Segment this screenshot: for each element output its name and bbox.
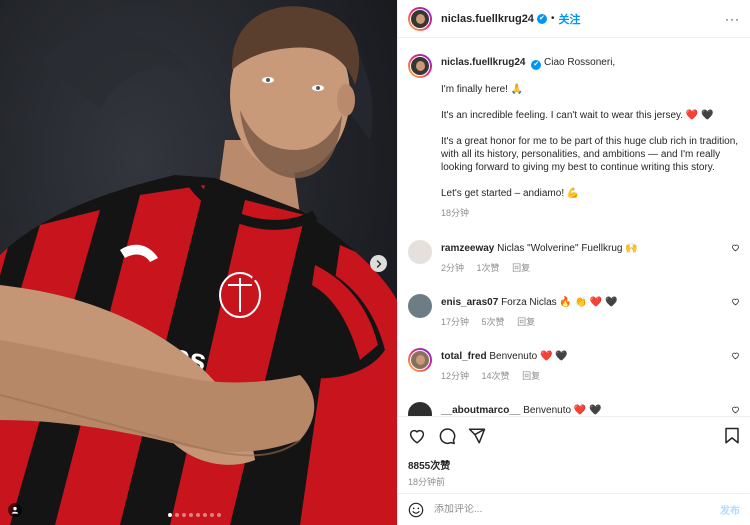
comment-meta: 2分钟 1次赞 回复 [441, 261, 638, 274]
caption-username[interactable]: niclas.fuellkrug24 [441, 57, 525, 68]
carousel-dot[interactable] [168, 513, 172, 517]
action-icons [408, 427, 740, 445]
post-header: niclas.fuellkrug24 ✔ • 关注 ··· [398, 0, 750, 38]
likes-count[interactable]: 8855次赞 [408, 457, 740, 472]
post-side-panel: niclas.fuellkrug24 ✔ • 关注 ··· niclas.fue… [397, 0, 750, 525]
chevron-right-icon [376, 259, 381, 268]
comment-icon[interactable] [438, 427, 456, 445]
heart-icon[interactable] [731, 297, 740, 306]
comment-text: Benvenuto ❤️ 🖤 [523, 405, 602, 416]
carousel-dot[interactable] [210, 513, 214, 517]
carousel-dot[interactable] [189, 513, 193, 517]
comment-item: enis_aras07 Forza Niclas 🔥 👏 ❤️ 🖤 17分钟 5… [408, 294, 740, 328]
next-media-button[interactable] [370, 255, 387, 272]
heart-icon[interactable] [731, 351, 740, 360]
comment-time: 17分钟 [441, 317, 470, 327]
comment-likes[interactable]: 1次赞 [477, 263, 500, 273]
comment-time: 2分钟 [441, 263, 465, 273]
author-avatar[interactable] [408, 6, 432, 31]
comment-item: __aboutmarco__ Benvenuto ❤️ 🖤 [408, 402, 740, 416]
post-dialog: Emirates M niclas.fuellkrug2 [0, 0, 750, 525]
reply-button[interactable]: 回复 [517, 317, 535, 327]
carousel-dot[interactable] [175, 513, 179, 517]
commenter-avatar[interactable] [408, 240, 432, 264]
carousel-dot[interactable] [203, 513, 207, 517]
verified-badge-icon: ✔ [536, 13, 547, 24]
carousel-dot[interactable] [217, 513, 221, 517]
comment-text: Niclas "Wolverine" Fuellkrug 🙌 [497, 243, 638, 254]
comment-likes[interactable]: 14次赞 [482, 371, 510, 381]
comment-input[interactable] [434, 504, 720, 515]
caption-paragraph: Let's get started – andiamo! 💪 [441, 188, 580, 199]
user-tag-icon [11, 506, 19, 514]
commenter-avatar[interactable] [408, 348, 432, 372]
heart-icon[interactable] [731, 405, 740, 414]
commenter-username[interactable]: enis_aras07 [441, 297, 498, 308]
comment-text: Forza Niclas 🔥 👏 ❤️ 🖤 [501, 297, 618, 308]
verified-badge-icon: ✔ [531, 60, 542, 70]
post-actions: 8855次赞 18分钟前 [398, 416, 750, 488]
tagged-users-button[interactable] [8, 503, 22, 517]
caption-greeting: Ciao Rossoneri, [544, 57, 616, 68]
comment-text-line: enis_aras07 Forza Niclas 🔥 👏 ❤️ 🖤 [441, 296, 618, 309]
reply-button[interactable]: 回复 [522, 371, 540, 381]
caption: niclas.fuellkrug24 ✔ Ciao Rossoneri, I'm… [408, 54, 740, 220]
header-separator: • [550, 13, 555, 24]
comment-item: total_fred Benvenuto ❤️ 🖤 12分钟 14次赞 回复 [408, 348, 740, 382]
post-media[interactable]: Emirates M [0, 0, 397, 525]
comment-likes[interactable]: 5次赞 [482, 317, 505, 327]
commenter-avatar[interactable] [408, 402, 432, 416]
comment-text: Benvenuto ❤️ 🖤 [489, 351, 568, 362]
commenter-username[interactable]: __aboutmarco__ [441, 405, 520, 416]
post-comment-button[interactable]: 发布 [720, 502, 740, 517]
comment-item: ramzeeway Niclas "Wolverine" Fuellkrug 🙌… [408, 240, 740, 274]
commenter-username[interactable]: ramzeeway [441, 243, 494, 254]
player-photo: Emirates M [0, 0, 397, 525]
heart-icon[interactable] [731, 243, 740, 252]
comments-scroll-area[interactable]: niclas.fuellkrug24 ✔ Ciao Rossoneri, I'm… [398, 38, 750, 416]
commenter-username[interactable]: total_fred [441, 351, 487, 362]
comment-text-line: __aboutmarco__ Benvenuto ❤️ 🖤 [441, 404, 602, 416]
carousel-dot[interactable] [196, 513, 200, 517]
comment-text-line: ramzeeway Niclas "Wolverine" Fuellkrug 🙌 [441, 242, 638, 255]
caption-avatar[interactable] [408, 54, 432, 78]
caption-time: 18分钟 [441, 208, 470, 218]
comment-text-line: total_fred Benvenuto ❤️ 🖤 [441, 350, 568, 363]
carousel-indicator [168, 513, 221, 517]
author-username[interactable]: niclas.fuellkrug24 [441, 13, 534, 25]
caption-paragraph: I'm finally here! 🙏 [441, 84, 524, 95]
commenter-avatar[interactable] [408, 294, 432, 318]
post-time: 18分钟前 [408, 477, 446, 487]
comment-meta: 17分钟 5次赞 回复 [441, 315, 618, 328]
caption-paragraph: It's a great honor for me to be part of … [441, 136, 739, 173]
heart-icon[interactable] [408, 427, 426, 445]
caption-paragraph: It's an incredible feeling. I can't wait… [441, 110, 714, 121]
follow-button[interactable]: 关注 [558, 11, 580, 27]
bookmark-icon[interactable] [724, 427, 740, 445]
carousel-dot[interactable] [182, 513, 186, 517]
reply-button[interactable]: 回复 [512, 263, 530, 273]
comment-meta: 12分钟 14次赞 回复 [441, 369, 568, 382]
add-comment-bar: 发布 [398, 493, 750, 525]
share-icon[interactable] [468, 427, 486, 445]
emoji-icon[interactable] [408, 502, 424, 518]
comment-time: 12分钟 [441, 371, 470, 381]
caption-body: niclas.fuellkrug24 ✔ Ciao Rossoneri, I'm… [441, 54, 740, 220]
more-options-icon[interactable]: ··· [725, 12, 740, 26]
